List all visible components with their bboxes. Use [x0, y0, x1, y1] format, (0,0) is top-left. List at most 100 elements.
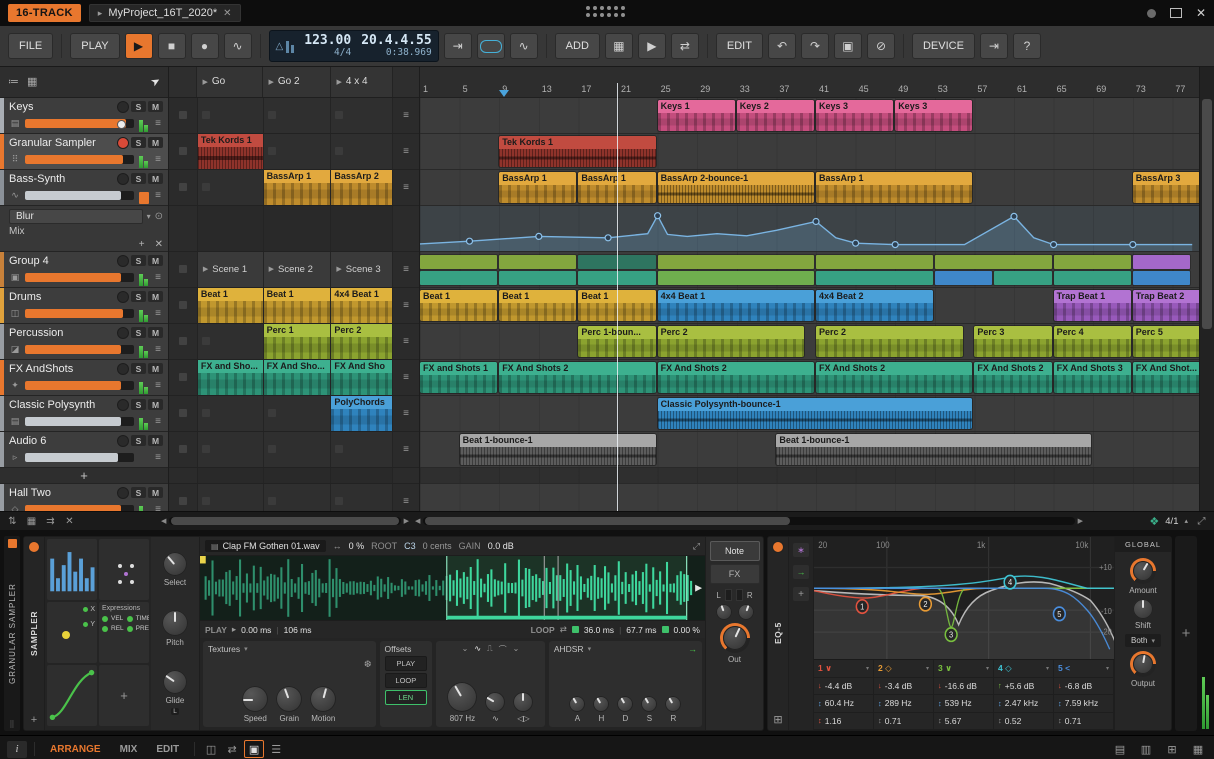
filter-spread-knob[interactable]: ◁▷	[513, 692, 534, 723]
mode-select[interactable]: Both ▾	[1125, 634, 1161, 647]
empty-slot-button[interactable]	[267, 445, 276, 454]
group-mini-clip[interactable]	[934, 255, 1052, 269]
eq-freq-value[interactable]: ↕ 289 Hz	[874, 695, 934, 712]
eq-freq-value[interactable]: ↕ 2.47 kHz	[994, 695, 1054, 712]
record-arm-button[interactable]	[117, 100, 129, 113]
scene-play-icon[interactable]: ▶	[336, 78, 341, 86]
track-row-menu-icon[interactable]: ≡	[403, 110, 409, 121]
arranger-clip[interactable]: Perc 2	[657, 326, 805, 357]
track-row-menu-icon[interactable]: ≡	[403, 300, 409, 311]
xy-handle[interactable]	[62, 631, 70, 640]
solo-button[interactable]: S	[131, 363, 146, 375]
arranger-clip[interactable]: 4x4 Beat 2	[816, 290, 933, 321]
filter-freq-knob[interactable]: 807 Hz	[447, 682, 478, 723]
envelope-caret-icon[interactable]: ▾	[588, 645, 592, 653]
eq5-power-button[interactable]	[772, 541, 784, 553]
track-row-menu-icon[interactable]: ≡	[403, 496, 409, 507]
clip-slot[interactable]	[331, 97, 394, 133]
filter-spread-dial[interactable]	[513, 692, 534, 712]
clip-slot[interactable]: FX and Sho...	[197, 359, 264, 395]
browser-panel-icon[interactable]: ▤	[1111, 741, 1129, 757]
detail-panel-icon[interactable]: ▦	[1189, 741, 1207, 757]
metronome-level[interactable]	[286, 39, 295, 53]
pointer-tool-icon[interactable]: ➤	[148, 74, 163, 90]
sampler-power-button[interactable]	[28, 541, 40, 553]
volume-slider[interactable]	[25, 381, 134, 391]
filter-res-dial[interactable]	[485, 692, 506, 712]
track-menu-icon[interactable]: ≡	[153, 190, 163, 201]
clip-slot[interactable]: FX And Sho	[331, 359, 394, 395]
freeze-icon[interactable]: ❆	[364, 659, 372, 670]
project-tab[interactable]: ▸ MyProject_16T_2020* ✕	[88, 4, 241, 22]
add-modulator-button[interactable]: +	[31, 714, 37, 726]
textures-caret-icon[interactable]: ▾	[244, 645, 248, 653]
empty-slot-button[interactable]	[335, 497, 344, 506]
arranger-clip[interactable]: Beat 1-bounce-1	[776, 434, 1092, 465]
record-arm-button[interactable]	[117, 172, 129, 185]
pitch-knob-dial[interactable]	[162, 609, 188, 636]
group-mini-clip[interactable]	[816, 271, 933, 285]
empty-slot-button[interactable]	[201, 497, 210, 506]
track-header[interactable]: FX AndShots S M ✦ ≡	[0, 359, 168, 396]
output-dial[interactable]	[1133, 654, 1153, 674]
launcher-scrollbar[interactable]: ◀ ▶	[161, 517, 409, 525]
record-arm-button[interactable]	[117, 434, 129, 447]
zoom-level[interactable]: 4/1	[1165, 516, 1178, 527]
clip-slot[interactable]: ▶ Scene 2	[263, 251, 332, 287]
output-knob[interactable]: Output	[1130, 651, 1156, 688]
eq-gain-value[interactable]: ↓ -6.8 dB	[1054, 677, 1114, 694]
volume-slider[interactable]	[25, 505, 134, 511]
env-s-knob[interactable]: S	[641, 696, 658, 723]
envelope-route-icon[interactable]: →	[688, 644, 697, 654]
clip-slot[interactable]	[197, 323, 264, 359]
loop-length-value[interactable]: 67.7 ms	[626, 625, 656, 635]
clip-slot[interactable]	[331, 133, 394, 169]
arranger-clip[interactable]: Perc 2	[816, 326, 963, 357]
mute-button[interactable]: M	[148, 363, 163, 375]
loop-mode-icon[interactable]: ⇄	[560, 624, 567, 635]
edit-menu-button[interactable]: EDIT	[715, 33, 763, 59]
random-modulator[interactable]	[99, 539, 149, 600]
group-mini-clip[interactable]	[816, 255, 933, 269]
filter-shape-icon[interactable]: ⌄	[513, 644, 520, 655]
solo-button[interactable]: S	[131, 173, 146, 185]
root-cents-value[interactable]: 0 cents	[423, 541, 452, 551]
out-knob-dial[interactable]	[722, 626, 747, 650]
close-window-icon[interactable]: ✕	[1196, 6, 1206, 20]
mute-button[interactable]: M	[148, 173, 163, 185]
groove-icon[interactable]: ∿	[509, 33, 538, 59]
track-header[interactable]: Classic Polysynth S M ▤ ≡	[0, 395, 168, 432]
stretch-value[interactable]: 0 %	[349, 541, 365, 551]
group-mini-clip[interactable]	[420, 271, 498, 285]
volume-handle[interactable]	[117, 120, 126, 130]
glide-knob[interactable]: Glide L	[163, 669, 187, 715]
env-d-knob[interactable]: D	[617, 696, 634, 723]
stretch-icon[interactable]: ↔	[333, 541, 342, 551]
snap-toggle-icon[interactable]: ⇅	[5, 516, 20, 527]
remove-automation-lane-button[interactable]: ✕	[155, 239, 163, 250]
playhead[interactable]	[617, 83, 618, 511]
track-list-icon[interactable]: ≔	[8, 75, 19, 88]
track-row-menu-icon[interactable]: ≡	[403, 336, 409, 347]
grain-knob[interactable]: Grain	[276, 686, 303, 723]
tempo-display[interactable]: 123.00	[304, 34, 351, 48]
clip-slot[interactable]	[263, 205, 332, 251]
zoom-sample-icon[interactable]: ⤢	[693, 541, 700, 552]
track-menu-icon[interactable]: ≡	[153, 504, 163, 511]
env-r-knob[interactable]: R	[665, 696, 682, 723]
empty-slot-button[interactable]	[267, 497, 276, 506]
file-menu-button[interactable]: FILE	[8, 33, 54, 59]
dual-view-icon[interactable]: ◫	[202, 741, 220, 757]
automation-curve[interactable]	[420, 206, 1199, 252]
follow-playhead-icon[interactable]: ⇄	[670, 33, 699, 59]
eq-band-select[interactable]: 4 ◇ ▾	[994, 660, 1054, 677]
empty-slot-button[interactable]	[201, 337, 210, 346]
track-menu-icon[interactable]: ≡	[153, 272, 163, 283]
arranger-clip[interactable]: FX And Shots 2	[499, 362, 656, 393]
clip-stop-button[interactable]	[178, 111, 187, 120]
curve-modulator[interactable]	[47, 665, 97, 726]
scroll-right-icon[interactable]: ▶	[1078, 517, 1083, 525]
clip-stop-button[interactable]	[178, 301, 187, 310]
grid-view-icon[interactable]: ▦	[27, 75, 37, 88]
arrange-layout-button[interactable]: ARRANGE	[42, 741, 109, 758]
